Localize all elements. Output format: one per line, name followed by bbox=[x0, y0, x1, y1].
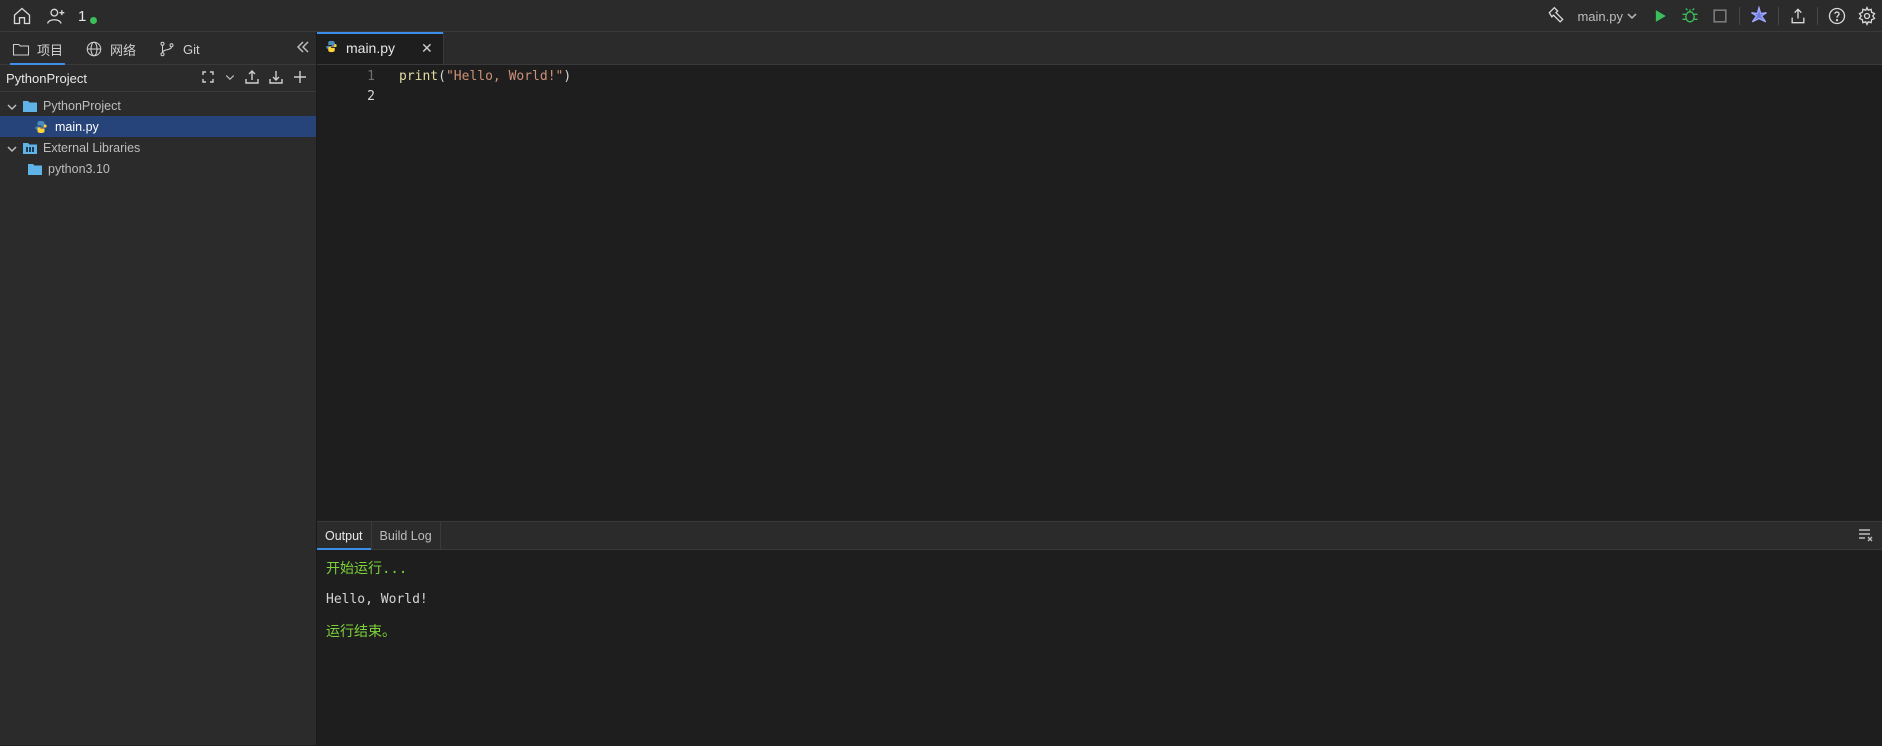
tree-item-main-py[interactable]: main.py bbox=[0, 116, 316, 137]
line-number: 2 bbox=[367, 88, 375, 104]
run-play-icon[interactable] bbox=[1645, 4, 1675, 28]
tab-build-log-label: Build Log bbox=[379, 528, 432, 543]
tab-output-label: Output bbox=[325, 528, 363, 543]
line-number: 1 bbox=[367, 68, 375, 84]
globe-icon bbox=[86, 41, 102, 57]
collapse-sidebar-icon[interactable] bbox=[296, 40, 310, 57]
ai-assistant-icon[interactable] bbox=[1744, 4, 1774, 28]
tree-item-label: main.py bbox=[55, 119, 99, 134]
chevron-down-icon[interactable] bbox=[7, 101, 17, 111]
output-line: 运行结束。 bbox=[326, 624, 396, 640]
add-user-icon[interactable] bbox=[44, 4, 68, 28]
settings-gear-icon[interactable] bbox=[1852, 4, 1882, 28]
top-toolbar: 1 main.py bbox=[0, 0, 1882, 32]
bottom-tabs: Output Build Log bbox=[317, 522, 1882, 550]
tab-build-log[interactable]: Build Log bbox=[372, 522, 441, 549]
toolbar-divider bbox=[1778, 7, 1779, 25]
share-upload-icon[interactable] bbox=[1783, 4, 1813, 28]
tree-item-label: python3.10 bbox=[48, 161, 110, 176]
editor-tab-main-py[interactable]: main.py ✕ bbox=[317, 32, 444, 64]
folder-icon bbox=[27, 162, 43, 176]
code-token-string: "Hello, World!" bbox=[445, 68, 564, 84]
add-icon[interactable] bbox=[292, 69, 308, 85]
tab-output[interactable]: Output bbox=[317, 522, 372, 550]
editor-area: main.py ✕ 1 print("Hello, World!") 2 bbox=[317, 32, 1882, 520]
upload-icon[interactable] bbox=[244, 69, 260, 85]
project-title: PythonProject bbox=[6, 70, 87, 86]
project-header: PythonProject bbox=[0, 65, 316, 92]
code-token-paren: ( bbox=[438, 68, 446, 84]
online-count-value: 1 bbox=[78, 7, 87, 25]
chevron-down-icon[interactable] bbox=[224, 69, 236, 85]
output-line: Hello, World! bbox=[326, 592, 428, 607]
sidebar-tabs: 项目 网络 Git bbox=[0, 32, 316, 65]
online-user-count[interactable]: 1 bbox=[78, 4, 98, 28]
file-tree: PythonProject main.py External Libraries… bbox=[0, 92, 316, 179]
tab-network-label: 网络 bbox=[110, 42, 137, 58]
code-editor[interactable]: 1 print("Hello, World!") 2 bbox=[317, 66, 1882, 520]
bottom-panel: Output Build Log 开始运行... Hello, World! 运… bbox=[317, 521, 1882, 746]
chevron-down-icon[interactable] bbox=[7, 143, 17, 153]
folder-icon bbox=[22, 99, 38, 113]
git-branch-icon bbox=[160, 41, 174, 57]
code-token-function: print bbox=[399, 68, 439, 84]
tab-project-label: 项目 bbox=[37, 42, 64, 58]
editor-tabs: main.py ✕ bbox=[317, 32, 1882, 65]
output-console[interactable]: 开始运行... Hello, World! 运行结束。 bbox=[317, 550, 1882, 663]
chevron-down-icon bbox=[1627, 13, 1637, 20]
python-file-icon bbox=[325, 40, 338, 56]
clear-output-icon[interactable] bbox=[1858, 528, 1874, 542]
folder-icon bbox=[12, 43, 30, 56]
tab-network[interactable]: 网络 bbox=[83, 34, 138, 64]
line-content: print("Hello, World!") bbox=[375, 69, 571, 84]
download-icon[interactable] bbox=[268, 69, 284, 85]
tree-item-label: PythonProject bbox=[43, 98, 121, 113]
debug-bug-icon[interactable] bbox=[1675, 4, 1705, 28]
project-sidebar: 项目 网络 Git PythonProject PythonProject ma… bbox=[0, 32, 317, 745]
editor-tab-label: main.py bbox=[346, 40, 396, 56]
tree-item-external-libraries[interactable]: External Libraries bbox=[0, 137, 316, 158]
stop-icon[interactable] bbox=[1705, 4, 1735, 28]
tree-item-label: External Libraries bbox=[43, 140, 141, 155]
build-hammer-icon[interactable] bbox=[1541, 4, 1571, 28]
tab-project[interactable]: 项目 bbox=[10, 34, 66, 65]
code-line: 2 bbox=[317, 86, 1882, 106]
run-config-label: main.py bbox=[1577, 8, 1623, 24]
library-folder-icon bbox=[22, 141, 38, 155]
help-icon[interactable] bbox=[1822, 4, 1852, 28]
tree-item-python310[interactable]: python3.10 bbox=[0, 158, 316, 179]
toolbar-divider bbox=[1817, 7, 1818, 25]
tab-git[interactable]: Git bbox=[156, 34, 202, 64]
python-file-icon bbox=[34, 120, 50, 134]
output-line: 开始运行... bbox=[326, 561, 408, 577]
tree-item-pythonproject[interactable]: PythonProject bbox=[0, 95, 316, 116]
tab-git-label: Git bbox=[183, 41, 200, 57]
expand-collapse-icon[interactable] bbox=[200, 69, 216, 85]
close-tab-icon[interactable]: ✕ bbox=[421, 40, 433, 57]
code-token-paren: ) bbox=[563, 68, 572, 84]
online-status-dot bbox=[89, 16, 98, 25]
toolbar-divider bbox=[1739, 7, 1740, 25]
code-line: 1 print("Hello, World!") bbox=[317, 66, 1882, 86]
run-config-dropdown[interactable]: main.py bbox=[1571, 9, 1645, 24]
home-icon[interactable] bbox=[10, 4, 34, 28]
